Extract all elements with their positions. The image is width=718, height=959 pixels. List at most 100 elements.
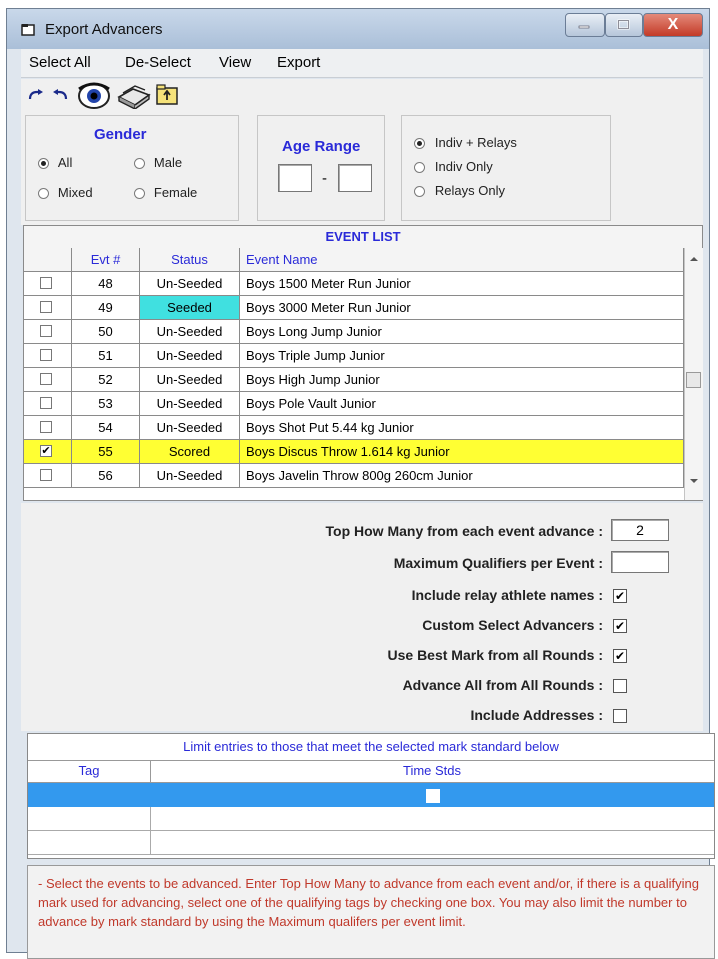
radio-icon <box>134 187 145 199</box>
evt-number: 54 <box>72 416 140 440</box>
title-bar: Export Advancers X <box>7 9 709 49</box>
scroll-up-icon[interactable] <box>689 256 699 262</box>
row-checkbox[interactable] <box>40 469 52 481</box>
standard-row[interactable] <box>28 831 714 855</box>
evt-number: 56 <box>72 464 140 488</box>
evt-status: Un-Seeded <box>140 464 240 488</box>
gender-mixed-radio[interactable]: Mixed <box>38 184 93 200</box>
top-how-many-input[interactable] <box>611 519 669 541</box>
standard-checkbox[interactable] <box>426 789 440 803</box>
evt-status: Seeded <box>140 296 240 320</box>
evt-status: Un-Seeded <box>140 320 240 344</box>
row-select-cell <box>24 296 72 320</box>
option-label: Advance All from All Rounds : <box>402 677 603 693</box>
radio-icon <box>38 187 49 199</box>
scroll-thumb[interactable] <box>686 372 701 388</box>
evt-name: Boys 3000 Meter Run Junior <box>240 296 684 320</box>
evt-name: Boys Long Jump Junior <box>240 320 684 344</box>
row-checkbox[interactable]: ✔ <box>40 445 52 457</box>
row-checkbox[interactable] <box>40 421 52 433</box>
age-range-title: Age Range <box>282 138 361 155</box>
row-select-cell <box>24 272 72 296</box>
evt-name: Boys Shot Put 5.44 kg Junior <box>240 416 684 440</box>
evt-number: 50 <box>72 320 140 344</box>
event-row[interactable]: 54 Un-Seeded Boys Shot Put 5.44 kg Junior <box>24 416 684 440</box>
max-qualifiers-label: Maximum Qualifiers per Event : <box>393 555 603 571</box>
indiv-relays-label: Indiv + Relays <box>434 135 517 150</box>
menu-view[interactable]: View <box>219 54 251 71</box>
close-button[interactable]: X <box>643 13 703 37</box>
standard-row-selected[interactable] <box>28 783 714 807</box>
minimize-button[interactable] <box>565 13 605 37</box>
event-row[interactable]: 49 Seeded Boys 3000 Meter Run Junior <box>24 296 684 320</box>
event-row[interactable]: ✔ 55 Scored Boys Discus Throw 1.614 kg Juni… <box>24 440 684 464</box>
evt-name: Boys Pole Vault Junior <box>240 392 684 416</box>
max-qualifiers-input[interactable] <box>611 551 669 573</box>
event-row[interactable]: 53 Un-Seeded Boys Pole Vault Junior <box>24 392 684 416</box>
scroll-down-icon[interactable] <box>689 478 699 484</box>
menu-de-select[interactable]: De-Select <box>125 54 191 71</box>
gender-male-radio[interactable]: Male <box>134 154 182 170</box>
option-checkbox[interactable]: ✔ <box>613 589 627 603</box>
row-checkbox[interactable] <box>40 301 52 313</box>
header-event-name: Event Name <box>240 248 684 272</box>
radio-icon <box>414 185 425 197</box>
redo-icon[interactable] <box>27 89 45 103</box>
row-select-cell <box>24 368 72 392</box>
standard-row[interactable] <box>28 807 714 831</box>
evt-name: Boys Triple Jump Junior <box>240 344 684 368</box>
event-row[interactable]: 51 Un-Seeded Boys Triple Jump Junior <box>24 344 684 368</box>
evt-status: Scored <box>140 440 240 464</box>
indiv-relays-radio[interactable]: Indiv + Relays <box>414 134 517 150</box>
evt-number: 53 <box>72 392 140 416</box>
gender-female-radio[interactable]: Female <box>134 184 197 200</box>
event-list-scrollbar[interactable] <box>684 248 703 500</box>
row-checkbox[interactable] <box>40 373 52 385</box>
mark-standard-table: Limit entries to those that meet the sel… <box>27 733 715 859</box>
books-icon[interactable] <box>117 83 151 109</box>
folder-up-icon[interactable] <box>155 83 179 107</box>
gender-all-label: All <box>57 155 73 170</box>
event-row[interactable]: 48 Un-Seeded Boys 1500 Meter Run Junior <box>24 272 684 296</box>
event-list-table: EVENT LIST Evt # Status Event Name 48 Un-… <box>23 225 703 501</box>
column-divider <box>150 807 151 831</box>
gender-male-label: Male <box>153 155 183 170</box>
row-checkbox[interactable] <box>40 325 52 337</box>
event-row[interactable]: 50 Un-Seeded Boys Long Jump Junior <box>24 320 684 344</box>
event-row[interactable]: 52 Un-Seeded Boys High Jump Junior <box>24 368 684 392</box>
option-label: Include relay athlete names : <box>411 587 603 603</box>
row-checkbox[interactable] <box>40 349 52 361</box>
gender-group: Gender All Male Mixed Female <box>25 115 239 221</box>
row-checkbox[interactable] <box>40 277 52 289</box>
relays-only-radio[interactable]: Relays Only <box>414 182 505 198</box>
option-checkbox[interactable]: ✔ <box>613 649 627 663</box>
age-to-input[interactable] <box>338 164 372 192</box>
radio-icon <box>414 161 425 173</box>
option-checkbox[interactable] <box>613 679 627 693</box>
option-label: Include Addresses : <box>470 707 603 723</box>
menu-export[interactable]: Export <box>277 54 320 71</box>
indiv-only-label: Indiv Only <box>434 159 493 174</box>
option-checkbox[interactable]: ✔ <box>613 619 627 633</box>
column-divider <box>150 831 151 855</box>
header-evt: Evt # <box>72 248 140 272</box>
undo-icon[interactable] <box>51 89 69 103</box>
window-title: Export Advancers <box>45 21 163 38</box>
row-checkbox[interactable] <box>40 397 52 409</box>
event-row[interactable]: 56 Un-Seeded Boys Javelin Throw 800g 260cm… <box>24 464 684 488</box>
mark-standard-title: Limit entries to those that meet the sel… <box>28 734 714 761</box>
event-list-header: Evt # Status Event Name <box>24 248 684 272</box>
evt-number: 48 <box>72 272 140 296</box>
maximize-button[interactable] <box>605 13 643 37</box>
gender-all-radio[interactable]: All <box>38 154 72 170</box>
export-advancers-window: Export Advancers X Select All De-Select … <box>6 8 715 959</box>
gender-female-label: Female <box>153 185 198 200</box>
menu-select-all[interactable]: Select All <box>29 54 91 71</box>
filter-options: Gender All Male Mixed Female Age Range - <box>21 113 703 225</box>
age-from-input[interactable] <box>278 164 312 192</box>
evt-status: Un-Seeded <box>140 344 240 368</box>
evt-status: Un-Seeded <box>140 416 240 440</box>
eye-icon[interactable] <box>77 81 111 111</box>
indiv-only-radio[interactable]: Indiv Only <box>414 158 493 174</box>
option-checkbox[interactable] <box>613 709 627 723</box>
